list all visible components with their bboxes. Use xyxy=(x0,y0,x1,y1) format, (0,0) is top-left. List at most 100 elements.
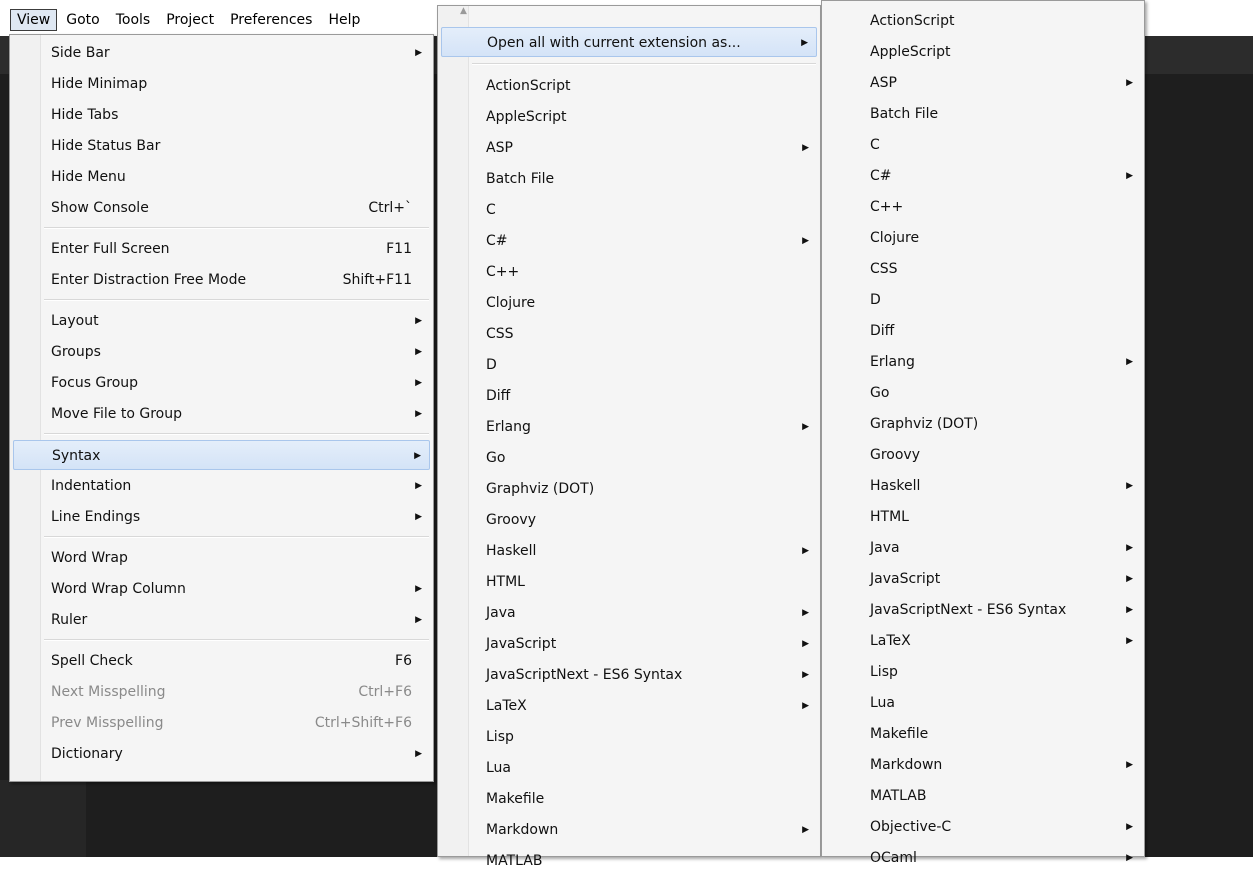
ext-item-lua[interactable]: Lua xyxy=(825,688,1141,718)
syntax-item-applescript[interactable]: AppleScript xyxy=(441,102,817,132)
submenu-arrow-icon: ▶ xyxy=(801,38,808,48)
ext-item-diff[interactable]: Diff xyxy=(825,316,1141,346)
ext-item-haskell[interactable]: Haskell ▶ xyxy=(825,471,1141,501)
ext-item-css[interactable]: CSS xyxy=(825,254,1141,284)
ext-item-javascriptnext-es6-syntax[interactable]: JavaScriptNext - ES6 Syntax ▶ xyxy=(825,595,1141,625)
syntax-item-makefile[interactable]: Makefile xyxy=(441,784,817,814)
ext-item-markdown[interactable]: Markdown ▶ xyxy=(825,750,1141,780)
ext-item-latex[interactable]: LaTeX ▶ xyxy=(825,626,1141,656)
menu-tools[interactable]: Tools xyxy=(109,9,158,31)
menu-item-label: MATLAB xyxy=(486,853,543,869)
menu-help[interactable]: Help xyxy=(321,9,367,31)
syntax-item-css[interactable]: CSS xyxy=(441,319,817,349)
view-menu-item-groups[interactable]: Groups ▶ xyxy=(13,337,430,367)
ext-item-makefile[interactable]: Makefile xyxy=(825,719,1141,749)
ext-item-html[interactable]: HTML xyxy=(825,502,1141,532)
ext-item-asp[interactable]: ASP ▶ xyxy=(825,68,1141,98)
ext-item-java[interactable]: Java ▶ xyxy=(825,533,1141,563)
view-menu-item-enter-distraction-free-mode[interactable]: Enter Distraction Free Mode Shift+F11 xyxy=(13,265,430,295)
syntax-item-c[interactable]: C++ xyxy=(441,257,817,287)
ext-item-javascript[interactable]: JavaScript ▶ xyxy=(825,564,1141,594)
syntax-item-actionscript[interactable]: ActionScript xyxy=(441,71,817,101)
syntax-item-erlang[interactable]: Erlang ▶ xyxy=(441,412,817,442)
syntax-item-javascript[interactable]: JavaScript ▶ xyxy=(441,629,817,659)
syntax-item-clojure[interactable]: Clojure xyxy=(441,288,817,318)
syntax-item-go[interactable]: Go xyxy=(441,443,817,473)
ext-item-matlab[interactable]: MATLAB xyxy=(825,781,1141,811)
ext-item-groovy[interactable]: Groovy xyxy=(825,440,1141,470)
menu-item-label: Clojure xyxy=(486,295,536,311)
view-menu-item-word-wrap-column[interactable]: Word Wrap Column ▶ xyxy=(13,574,430,604)
view-menu-item-hide-menu[interactable]: Hide Menu xyxy=(13,162,430,192)
view-menu-item-hide-tabs[interactable]: Hide Tabs xyxy=(13,100,430,130)
view-menu-item-move-file-to-group[interactable]: Move File to Group ▶ xyxy=(13,399,430,429)
syntax-item-groovy[interactable]: Groovy xyxy=(441,505,817,535)
ext-item-objective-c[interactable]: Objective-C ▶ xyxy=(825,812,1141,842)
submenu-arrow-icon: ▶ xyxy=(415,347,422,357)
view-menu-item-line-endings[interactable]: Line Endings ▶ xyxy=(13,502,430,532)
syntax-item-markdown[interactable]: Markdown ▶ xyxy=(441,815,817,845)
view-menu-item-prev-misspelling[interactable]: Prev Misspelling Ctrl+Shift+F6 xyxy=(13,708,430,738)
syntax-item-batch-file[interactable]: Batch File xyxy=(441,164,817,194)
view-menu-item-spell-check[interactable]: Spell Check F6 xyxy=(13,646,430,676)
ext-item-c[interactable]: C xyxy=(825,130,1141,160)
view-menu-item-enter-full-screen[interactable]: Enter Full Screen F11 xyxy=(13,234,430,264)
view-menu-item-hide-minimap[interactable]: Hide Minimap xyxy=(13,69,430,99)
view-menu-item-layout[interactable]: Layout ▶ xyxy=(13,306,430,336)
menu-goto[interactable]: Goto xyxy=(59,9,106,31)
menu-item-label: AppleScript xyxy=(486,109,567,125)
view-menu-item-side-bar[interactable]: Side Bar ▶ xyxy=(13,38,430,68)
menu-item-label: Erlang xyxy=(486,419,531,435)
menu-item-label: Indentation xyxy=(51,478,132,494)
ext-item-c[interactable]: C# ▶ xyxy=(825,161,1141,191)
ext-item-d[interactable]: D xyxy=(825,285,1141,315)
view-menu-item-ruler[interactable]: Ruler ▶ xyxy=(13,605,430,635)
menu-item-label: ASP xyxy=(870,75,897,91)
syntax-item-c[interactable]: C# ▶ xyxy=(441,226,817,256)
syntax-item-haskell[interactable]: Haskell ▶ xyxy=(441,536,817,566)
ext-item-go[interactable]: Go xyxy=(825,378,1141,408)
menu-item-label: Dictionary xyxy=(51,746,123,762)
syntax-item-lisp[interactable]: Lisp xyxy=(441,722,817,752)
menu-preferences[interactable]: Preferences xyxy=(223,9,319,31)
ext-item-c[interactable]: C++ xyxy=(825,192,1141,222)
ext-item-applescript[interactable]: AppleScript xyxy=(825,37,1141,67)
view-menu-item-syntax[interactable]: Syntax ▶ xyxy=(13,440,430,470)
menu-item-label: Show Console xyxy=(51,200,149,216)
menu-item-open-all-with-extension[interactable]: Open all with current extension as... ▶ xyxy=(441,27,817,57)
scroll-up-arrow-icon[interactable]: ▲ xyxy=(460,6,467,16)
syntax-item-d[interactable]: D xyxy=(441,350,817,380)
view-menu-item-next-misspelling[interactable]: Next Misspelling Ctrl+F6 xyxy=(13,677,430,707)
syntax-item-c[interactable]: C xyxy=(441,195,817,225)
syntax-item-java[interactable]: Java ▶ xyxy=(441,598,817,628)
syntax-item-graphviz-dot[interactable]: Graphviz (DOT) xyxy=(441,474,817,504)
syntax-item-asp[interactable]: ASP ▶ xyxy=(441,133,817,163)
syntax-item-lua[interactable]: Lua xyxy=(441,753,817,783)
view-menu-item-indentation[interactable]: Indentation ▶ xyxy=(13,471,430,501)
ext-item-clojure[interactable]: Clojure xyxy=(825,223,1141,253)
ext-item-actionscript[interactable]: ActionScript xyxy=(825,6,1141,36)
ext-item-erlang[interactable]: Erlang ▶ xyxy=(825,347,1141,377)
view-menu-item-focus-group[interactable]: Focus Group ▶ xyxy=(13,368,430,398)
syntax-item-latex[interactable]: LaTeX ▶ xyxy=(441,691,817,721)
view-menu-item-hide-status-bar[interactable]: Hide Status Bar xyxy=(13,131,430,161)
syntax-item-matlab[interactable]: MATLAB xyxy=(441,846,817,876)
view-menu-item-word-wrap[interactable]: Word Wrap xyxy=(13,543,430,573)
menu-project[interactable]: Project xyxy=(159,9,221,31)
ext-item-graphviz-dot[interactable]: Graphviz (DOT) xyxy=(825,409,1141,439)
menu-separator xyxy=(472,63,816,65)
submenu-arrow-icon: ▶ xyxy=(415,481,422,491)
menu-view[interactable]: View xyxy=(10,9,58,31)
menu-item-label: AppleScript xyxy=(870,44,951,60)
menu-item-label: Clojure xyxy=(870,230,920,246)
submenu-arrow-icon: ▶ xyxy=(415,584,422,594)
syntax-item-html[interactable]: HTML xyxy=(441,567,817,597)
view-menu-item-dictionary[interactable]: Dictionary ▶ xyxy=(13,739,430,769)
ext-item-batch-file[interactable]: Batch File xyxy=(825,99,1141,129)
ext-item-ocaml[interactable]: OCaml ▶ xyxy=(825,843,1141,873)
syntax-item-diff[interactable]: Diff xyxy=(441,381,817,411)
ext-item-lisp[interactable]: Lisp xyxy=(825,657,1141,687)
syntax-item-javascriptnext-es6-syntax[interactable]: JavaScriptNext - ES6 Syntax ▶ xyxy=(441,660,817,690)
view-menu-item-show-console[interactable]: Show Console Ctrl+` xyxy=(13,193,430,223)
view-menu: Side Bar ▶ Hide Minimap Hide Tabs Hide Statu… xyxy=(9,34,434,782)
